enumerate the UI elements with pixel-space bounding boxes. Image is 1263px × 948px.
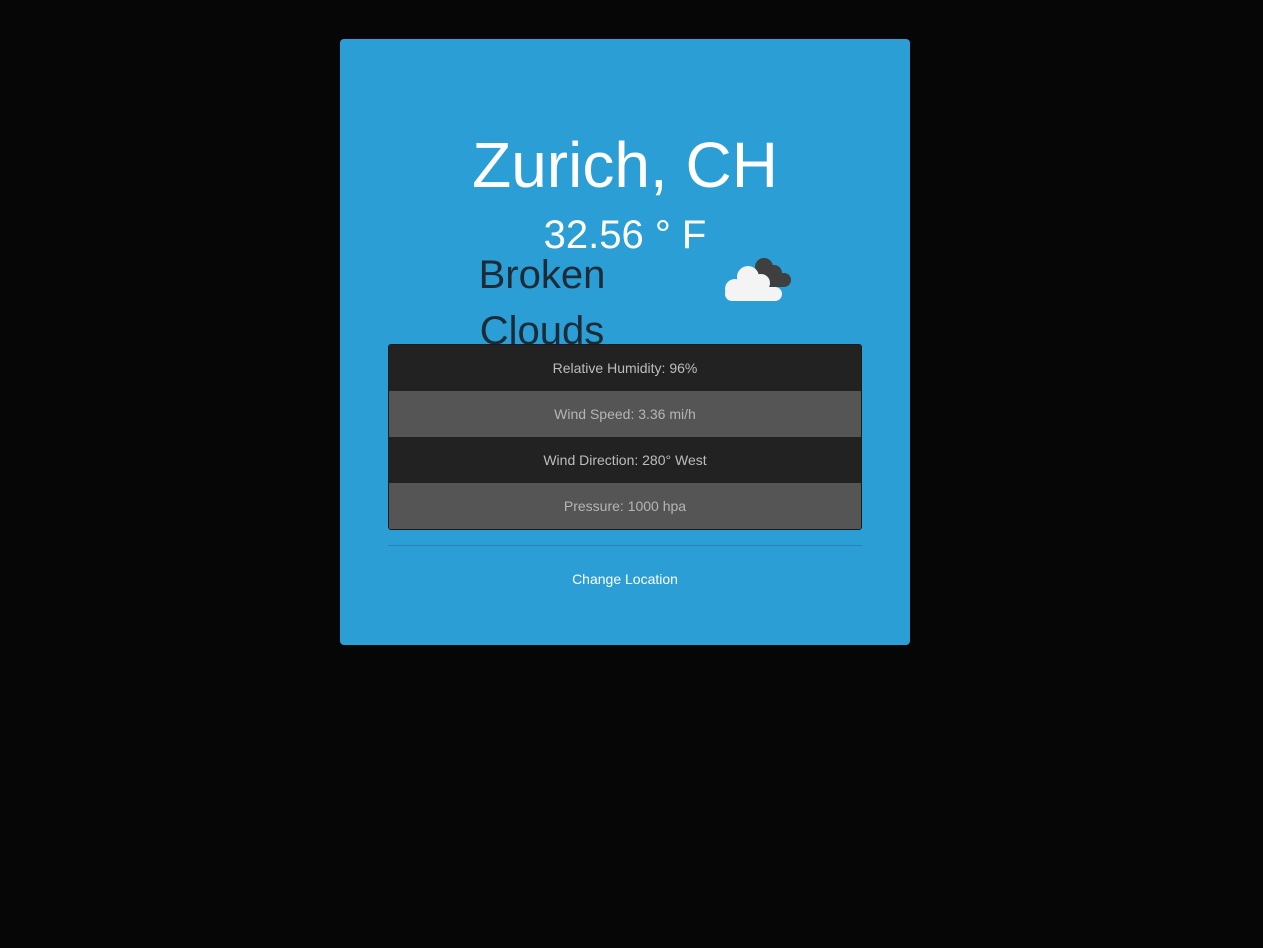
divider (388, 545, 862, 546)
weather-card: Zurich, CH 32.56 ° F Broken Clouds Relat… (340, 39, 910, 645)
broken-clouds-icon (722, 251, 802, 307)
wind-speed-row: Wind Speed: 3.36 mi/h (389, 391, 861, 437)
wind-direction-row: Wind Direction: 280° West (389, 437, 861, 483)
weather-condition: Broken Clouds (478, 253, 606, 353)
humidity-row: Relative Humidity: 96% (389, 345, 861, 391)
weather-details-list: Relative Humidity: 96% Wind Speed: 3.36 … (388, 344, 862, 530)
change-location-link[interactable]: Change Location (340, 569, 910, 589)
location-title: Zurich, CH (472, 129, 778, 201)
pressure-row: Pressure: 1000 hpa (389, 483, 861, 529)
